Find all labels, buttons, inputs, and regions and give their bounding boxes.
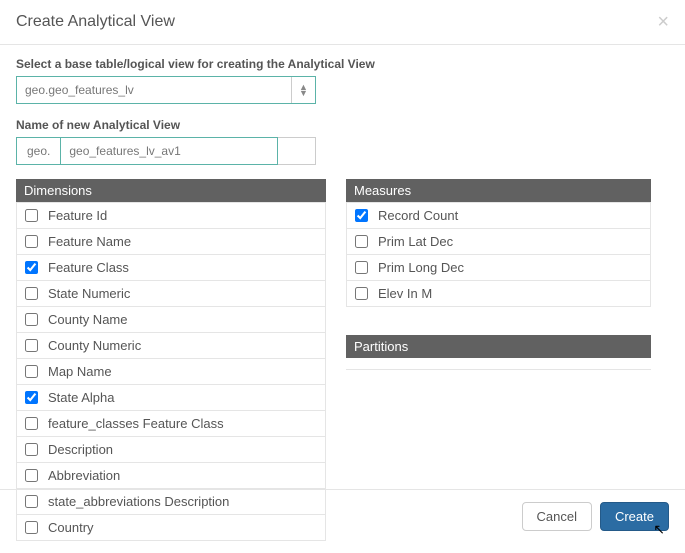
av-name-label: Name of new Analytical View: [16, 118, 669, 132]
av-name-input[interactable]: [61, 137, 278, 165]
cancel-button[interactable]: Cancel: [522, 502, 592, 531]
measure-label: Record Count: [378, 208, 458, 223]
dimension-item[interactable]: Map Name: [16, 359, 326, 385]
dimension-label: Feature Id: [48, 208, 107, 223]
measure-item[interactable]: Prim Lat Dec: [346, 229, 651, 255]
dimension-checkbox[interactable]: [25, 443, 38, 456]
dimension-item[interactable]: State Numeric: [16, 281, 326, 307]
dimension-item[interactable]: Feature Id: [16, 202, 326, 229]
dimension-item[interactable]: Abbreviation: [16, 463, 326, 489]
dimension-item[interactable]: Feature Name: [16, 229, 326, 255]
measure-item[interactable]: Record Count: [346, 202, 651, 229]
dimension-checkbox[interactable]: [25, 235, 38, 248]
av-name-prefix: geo.: [16, 137, 61, 165]
measure-item[interactable]: Elev In M: [346, 281, 651, 307]
dimension-checkbox[interactable]: [25, 417, 38, 430]
dimension-label: Abbreviation: [48, 468, 120, 483]
av-name-suffix: [278, 137, 316, 165]
dimensions-panel: Dimensions Feature Id Feature Name Feature…: [16, 179, 326, 541]
dimension-item[interactable]: Description: [16, 437, 326, 463]
dimension-label: State Alpha: [48, 390, 115, 405]
dimension-checkbox[interactable]: [25, 469, 38, 482]
dimension-item[interactable]: Feature Class: [16, 255, 326, 281]
cursor-icon: ↖: [653, 521, 665, 538]
dimension-item[interactable]: County Name: [16, 307, 326, 333]
close-button[interactable]: ×: [657, 12, 669, 32]
modal-title: Create Analytical View: [16, 13, 175, 31]
measures-header: Measures: [346, 179, 651, 202]
right-column: Measures Record Count Prim Lat Dec Prim Lo…: [346, 179, 651, 541]
dimension-item[interactable]: County Numeric: [16, 333, 326, 359]
dimension-checkbox[interactable]: [25, 365, 38, 378]
dimension-label: State Numeric: [48, 286, 130, 301]
dimension-label: Feature Name: [48, 234, 131, 249]
measure-item[interactable]: Prim Long Dec: [346, 255, 651, 281]
dimensions-header: Dimensions: [16, 179, 326, 202]
measure-checkbox[interactable]: [355, 209, 368, 222]
measure-label: Elev In M: [378, 286, 432, 301]
dimension-checkbox[interactable]: [25, 313, 38, 326]
dimension-item[interactable]: feature_classes Feature Class: [16, 411, 326, 437]
measures-panel: Measures Record Count Prim Lat Dec Prim Lo…: [346, 179, 651, 307]
select-arrow-icon[interactable]: ▲▼: [291, 77, 315, 103]
partitions-header: Partitions: [346, 335, 651, 358]
modal-body: Select a base table/logical view for cre…: [0, 45, 685, 553]
base-table-value: geo.geo_features_lv: [17, 77, 291, 103]
dimension-checkbox[interactable]: [25, 209, 38, 222]
dimension-item[interactable]: State Alpha: [16, 385, 326, 411]
av-name-row: geo.: [16, 137, 316, 165]
dimension-label: Feature Class: [48, 260, 129, 275]
base-table-select[interactable]: geo.geo_features_lv ▲▼: [16, 76, 316, 104]
dimension-checkbox[interactable]: [25, 391, 38, 404]
modal-footer: Cancel Create ↖: [0, 489, 685, 543]
dimension-label: Map Name: [48, 364, 112, 379]
measure-label: Prim Lat Dec: [378, 234, 453, 249]
modal-header: Create Analytical View ×: [0, 0, 685, 45]
measure-checkbox[interactable]: [355, 235, 368, 248]
dimension-checkbox[interactable]: [25, 339, 38, 352]
dimension-label: Description: [48, 442, 113, 457]
partitions-body: [346, 358, 651, 370]
dimension-checkbox[interactable]: [25, 287, 38, 300]
dimension-checkbox[interactable]: [25, 261, 38, 274]
measures-list: Record Count Prim Lat Dec Prim Long Dec Ele…: [346, 202, 651, 307]
measure-label: Prim Long Dec: [378, 260, 464, 275]
dimension-label: feature_classes Feature Class: [48, 416, 224, 431]
base-table-label: Select a base table/logical view for cre…: [16, 57, 669, 71]
dimension-label: County Name: [48, 312, 127, 327]
measure-checkbox[interactable]: [355, 261, 368, 274]
measure-checkbox[interactable]: [355, 287, 368, 300]
dimension-label: County Numeric: [48, 338, 141, 353]
